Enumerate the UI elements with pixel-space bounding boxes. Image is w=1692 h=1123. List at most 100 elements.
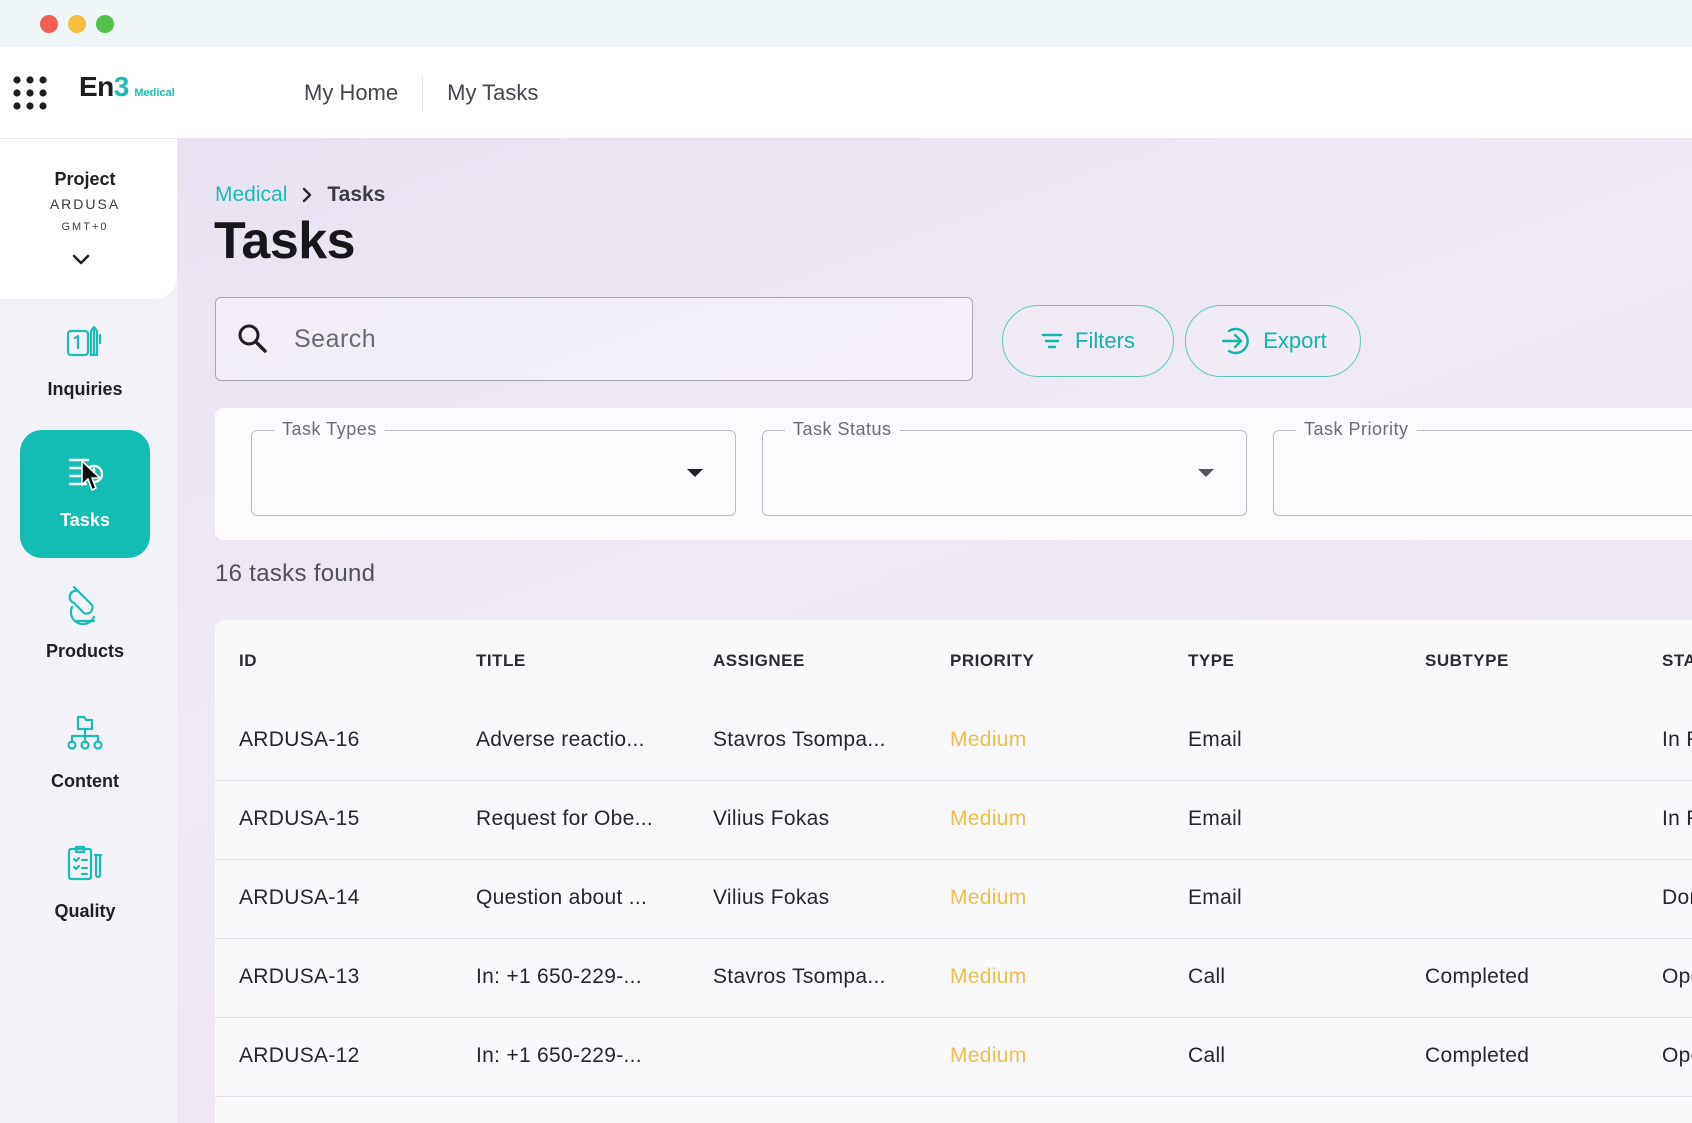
tasks-table: ID TITLE ASSIGNEE PRIORITY TYPE SUBTYPE … [215,620,1692,1123]
breadcrumb-link-medical[interactable]: Medical [215,183,287,207]
cell-priority: Medium [950,886,1027,909]
cell-id: ARDUSA-12 [239,1044,360,1067]
column-header-status[interactable]: STA [1662,651,1692,671]
cell-type: Call [1188,1044,1226,1067]
logo-text: En [79,71,114,102]
export-icon [1222,327,1250,355]
project-selector[interactable]: Project ARDUSA GMT+0 [0,139,177,299]
top-nav: My Home My Tasks [280,73,562,113]
project-code: ARDUSA [49,196,121,212]
filter-panel: Task Types Task Status Task Priority [215,408,1692,540]
cell-title: In: +1 650-229-... [476,1044,642,1067]
dropdown-arrow-icon [1198,469,1214,477]
sidebar-item-inquiries[interactable]: Inquiries [20,299,150,427]
chevron-down-icon[interactable] [70,249,92,271]
cell-subtype: Completed [1425,965,1530,988]
cell-priority: Medium [950,1044,1027,1067]
cell-priority: Medium [950,807,1027,830]
project-timezone: GMT+0 [61,221,109,233]
cell-status: In F [1662,728,1692,751]
cell-subtype: Completed [1425,1044,1530,1067]
cell-priority: Medium [950,728,1027,751]
column-header-assignee[interactable]: ASSIGNEE [713,651,805,671]
logo-number: 3 [113,71,130,102]
cell-id: ARDUSA-15 [239,807,360,830]
cell-type: Email [1188,728,1243,751]
maximize-window-button[interactable] [96,15,114,33]
cell-title: Question about ... [476,886,648,909]
table-row[interactable]: ARDUSA-13 In: +1 650-229-... Stavros Tso… [215,939,1692,1018]
results-count: 16 tasks found [215,560,376,587]
column-header-title[interactable]: TITLE [476,651,526,671]
export-button-label: Export [1263,328,1327,353]
cell-type: Email [1188,807,1243,830]
close-window-button[interactable] [40,15,58,33]
products-icon [68,585,96,625]
project-title: Project [54,169,116,189]
filter-icon [1041,333,1063,349]
table-row[interactable]: ARDUSA-12 In: +1 650-229-... Medium Call… [215,1018,1692,1097]
sidebar-item-tasks[interactable]: Tasks [20,430,150,558]
cell-title: In: +1 650-229-... [476,965,642,988]
column-header-id[interactable]: ID [239,651,257,671]
sidebar-item-content[interactable]: Content [20,691,150,819]
cell-status: Dor [1662,886,1692,909]
sidebar-item-products[interactable]: Products [20,561,150,689]
table-row[interactable]: ARDUSA-14 Question about ... Vilius Foka… [215,860,1692,939]
task-priority-label: Task Priority [1296,419,1417,440]
sidebar-item-label: Inquiries [47,379,123,399]
cell-title: Request for Obe... [476,807,653,830]
cell-status: Ope [1662,965,1692,988]
sidebar-item-quality[interactable]: Quality [20,821,150,949]
app-header: En 3 Medical My Home My Tasks [0,47,1692,139]
search-box [215,297,973,381]
nav-my-home[interactable]: My Home [280,73,422,113]
cell-status: Ope [1662,1044,1692,1067]
cell-priority: Medium [950,965,1027,988]
cell-assignee: Vilius Fokas [713,886,830,909]
table-row[interactable]: ARDUSA-16 Adverse reactio... Stavros Tso… [215,702,1692,781]
nav-my-tasks[interactable]: My Tasks [423,73,562,113]
cell-id: ARDUSA-16 [239,728,360,751]
minimize-window-button[interactable] [68,15,86,33]
column-header-subtype[interactable]: SUBTYPE [1425,651,1509,671]
app-grid-icon[interactable] [12,75,48,111]
quality-icon [67,845,103,881]
export-button[interactable]: Export [1185,305,1361,377]
tasks-icon [68,458,104,486]
logo-subtitle: Medical [134,87,175,99]
task-priority-select[interactable]: Task Priority [1273,419,1692,516]
task-status-label: Task Status [785,419,900,440]
cell-title: Adverse reactio... [476,728,645,751]
cell-type: Email [1188,886,1243,909]
app-logo[interactable]: En 3 Medical [79,71,175,103]
sidebar-item-label: Products [45,641,124,661]
inquiries-icon [66,325,102,357]
sidebar-item-label: Content [51,771,119,791]
cell-assignee: Stavros Tsompa... [713,728,886,751]
content-icon [67,715,103,750]
task-status-select[interactable]: Task Status [762,419,1247,516]
column-header-type[interactable]: TYPE [1188,651,1234,671]
search-icon [238,324,267,353]
cell-id: ARDUSA-14 [239,886,360,909]
filters-button[interactable]: Filters [1002,305,1174,377]
cell-assignee: Vilius Fokas [713,807,830,830]
table-header: ID TITLE ASSIGNEE PRIORITY TYPE SUBTYPE … [215,620,1692,702]
dropdown-arrow-icon [687,469,703,477]
table-row[interactable]: ARDUSA-15 Request for Obe... Vilius Foka… [215,781,1692,860]
window-titlebar [0,0,1692,47]
cell-type: Call [1188,965,1226,988]
cell-id: ARDUSA-13 [239,965,360,988]
task-types-label: Task Types [274,419,385,440]
chevron-right-icon [303,187,312,203]
search-input[interactable] [294,316,934,362]
column-header-priority[interactable]: PRIORITY [950,651,1034,671]
page-title: Tasks [214,212,356,270]
breadcrumb: Medical Tasks [215,183,385,207]
main-content: Medical Tasks Tasks Filters Export Task … [177,139,1692,1123]
task-types-select[interactable]: Task Types [251,419,736,516]
sidebar-item-label: Tasks [60,510,110,530]
filters-button-label: Filters [1075,328,1135,353]
breadcrumb-current: Tasks [327,183,386,206]
